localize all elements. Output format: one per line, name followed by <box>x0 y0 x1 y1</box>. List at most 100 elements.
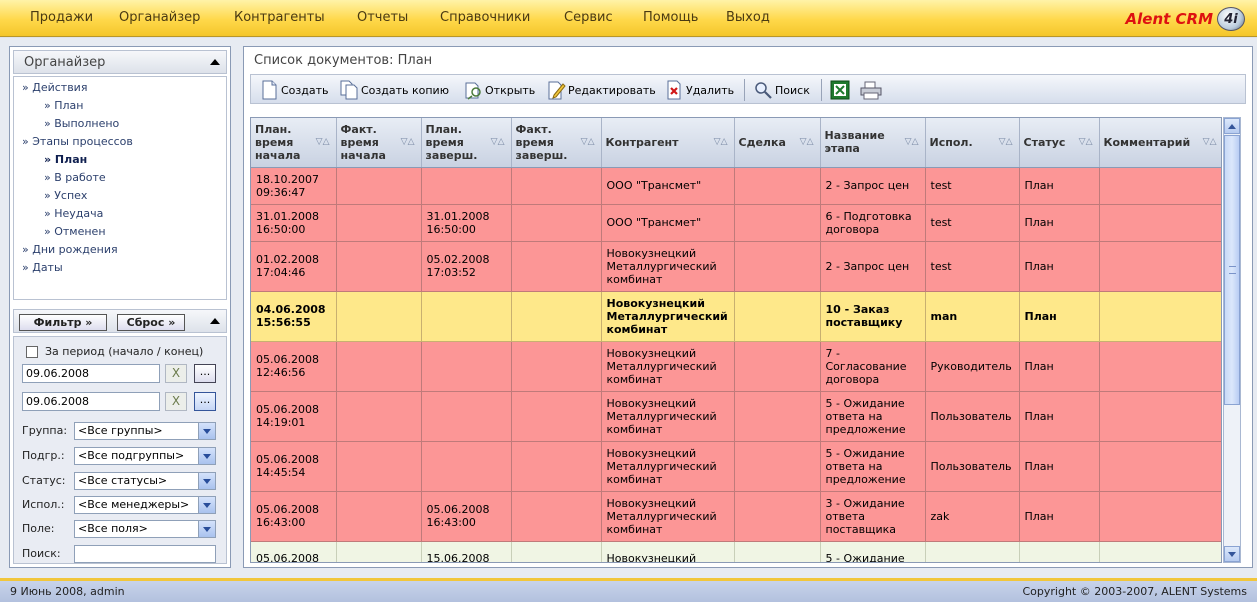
date-to-picker-button[interactable]: ... <box>194 392 216 411</box>
grid-vertical-scrollbar[interactable] <box>1223 117 1241 563</box>
tree-item-actions-done[interactable]: » Выполнено <box>44 117 119 130</box>
scroll-down-button[interactable] <box>1224 546 1240 562</box>
table-cell <box>734 204 821 242</box>
tree-item-actions[interactable]: » Действия <box>22 81 87 94</box>
edit-button[interactable]: Редактировать <box>546 78 656 102</box>
table-cell <box>734 167 821 205</box>
menu-item-exit[interactable]: Выход <box>726 10 770 25</box>
collapse-up-icon[interactable] <box>210 318 220 324</box>
tree-item-process-stages[interactable]: » Этапы процессов <box>22 135 133 148</box>
delete-button[interactable]: Удалить <box>664 78 734 102</box>
tree-item-actions-plan[interactable]: » План <box>44 99 83 112</box>
group-select[interactable]: <Все группы> <box>74 422 216 440</box>
clear-date-from-icon[interactable]: X <box>165 364 187 383</box>
date-from-picker-button[interactable]: ... <box>194 364 216 383</box>
table-cell <box>511 167 602 205</box>
group-select-value: <Все группы> <box>78 424 163 437</box>
column-header[interactable]: План. время начала ▽△ <box>251 118 337 168</box>
table-row[interactable]: 05.06.2008 14:19:01 Новокузнецкий Металлу… <box>251 391 1221 442</box>
table-row[interactable]: 05.06.2008 14:45:54 Новокузнецкий Металлу… <box>251 441 1221 492</box>
open-button[interactable]: Открыть <box>463 78 535 102</box>
tree-item-dates[interactable]: » Даты <box>22 261 63 274</box>
menu-item-references[interactable]: Справочники <box>440 10 530 25</box>
collapse-up-icon[interactable] <box>210 59 220 65</box>
period-checkbox[interactable] <box>26 346 38 358</box>
table-row[interactable]: 31.01.2008 16:50:00 31.01.2008 16:50:00 ОО… <box>251 204 1221 242</box>
table-row[interactable]: 05.06.2008 15.06.2008 Новокузнецкий Металл… <box>251 541 1221 562</box>
table-cell <box>511 391 602 442</box>
search-button[interactable]: Поиск <box>753 78 810 102</box>
create-button[interactable]: Создать <box>259 78 329 102</box>
table-cell <box>336 204 422 242</box>
table-cell <box>1099 291 1221 342</box>
date-from-input[interactable]: 09.06.2008 <box>22 364 160 383</box>
clear-date-to-icon[interactable]: X <box>165 392 187 411</box>
menu-item-service[interactable]: Сервис <box>564 10 613 25</box>
tree-item-birthdays[interactable]: » Дни рождения <box>22 243 118 256</box>
tree-item-cancelled[interactable]: » Отменен <box>44 225 106 238</box>
tree-item-stages-plan[interactable]: » План <box>44 153 87 166</box>
table-cell <box>734 291 821 342</box>
column-header[interactable]: План. время заверш. ▽△ <box>421 118 512 168</box>
sort-icon[interactable]: ▽△ <box>999 136 1013 149</box>
table-cell <box>421 441 512 492</box>
table-row[interactable]: 01.02.2008 17:04:46 05.02.2008 17:03:52 Но… <box>251 241 1221 292</box>
table-cell: План <box>1019 204 1100 242</box>
filter-button[interactable]: Фильтр » <box>19 314 107 331</box>
sort-icon[interactable]: ▽△ <box>1203 136 1217 149</box>
tree-item-success[interactable]: » Успех <box>44 189 87 202</box>
table-cell <box>511 341 602 392</box>
tree-item-failure[interactable]: » Неудача <box>44 207 103 220</box>
tree-item-in-progress[interactable]: » В работе <box>44 171 106 184</box>
table-cell: 05.06.2008 16:43:00 <box>251 491 337 542</box>
executor-select[interactable]: <Все менеджеры> <box>74 496 216 514</box>
table-row[interactable]: 04.06.2008 15:56:55 Новокузнецкий Металлу… <box>251 291 1221 342</box>
field-select[interactable]: <Все поля> <box>74 520 216 538</box>
sort-icon[interactable]: ▽△ <box>581 136 595 149</box>
table-cell <box>511 441 602 492</box>
column-header-label: Статус <box>1023 135 1066 149</box>
table-row[interactable]: 05.06.2008 16:43:00 05.06.2008 16:43:00 Но… <box>251 491 1221 542</box>
sort-icon[interactable]: ▽△ <box>401 136 415 149</box>
left-sidebar: Органайзер » Действия » План » Выполнено… <box>9 46 231 568</box>
column-header-label: Испол. <box>929 135 973 149</box>
scroll-thumb[interactable] <box>1224 135 1240 405</box>
column-header[interactable]: Статус ▽△ <box>1019 118 1100 168</box>
menu-item-organizer[interactable]: Органайзер <box>119 10 200 25</box>
column-header[interactable]: Комментарий ▽△ <box>1099 118 1221 168</box>
table-row[interactable]: 05.06.2008 12:46:56 Новокузнецкий Металлу… <box>251 341 1221 392</box>
sort-icon[interactable]: ▽△ <box>316 136 330 149</box>
menu-item-sales[interactable]: Продажи <box>30 10 93 25</box>
status-select[interactable]: <Все статусы> <box>74 472 216 490</box>
column-header[interactable]: Название этапа ▽△ <box>820 118 926 168</box>
date-to-input[interactable]: 09.06.2008 <box>22 392 160 411</box>
sort-icon[interactable]: ▽△ <box>714 136 728 149</box>
menu-item-counterparties[interactable]: Контрагенты <box>234 10 325 25</box>
sort-icon[interactable]: ▽△ <box>905 136 919 149</box>
organizer-panel-header: Органайзер <box>13 50 227 74</box>
scroll-up-button[interactable] <box>1224 118 1240 134</box>
copy-button[interactable]: Создать копию <box>339 78 449 102</box>
column-header-label: Сделка <box>738 135 786 149</box>
subgroup-select[interactable]: <Все подгруппы> <box>74 447 216 465</box>
column-header[interactable]: Испол. ▽△ <box>925 118 1020 168</box>
column-header[interactable]: Факт. время начала ▽△ <box>336 118 422 168</box>
table-row[interactable]: 18.10.2007 09:36:47 ООО "Трансмет" 2 - Зап… <box>251 167 1221 205</box>
menu-item-help[interactable]: Помощь <box>643 10 698 25</box>
export-excel-button[interactable] <box>829 78 850 102</box>
menu-item-reports[interactable]: Отчеты <box>357 10 408 25</box>
reset-button[interactable]: Сброс » <box>117 314 185 331</box>
sort-icon[interactable]: ▽△ <box>491 136 505 149</box>
sort-icon[interactable]: ▽△ <box>800 136 814 149</box>
column-header[interactable]: Факт. время заверш. ▽△ <box>511 118 602 168</box>
delete-document-icon <box>664 79 684 101</box>
table-cell: 6 - Подготовка договора <box>820 204 926 242</box>
search-input[interactable] <box>74 545 216 563</box>
column-header[interactable]: Сделка ▽△ <box>734 118 821 168</box>
table-cell: 31.01.2008 16:50:00 <box>251 204 337 242</box>
table-cell: Пользователь <box>925 391 1020 442</box>
sort-icon[interactable]: ▽△ <box>1079 136 1093 149</box>
print-button[interactable] <box>859 78 882 102</box>
table-cell: 31.01.2008 16:50:00 <box>421 204 512 242</box>
column-header[interactable]: Контрагент ▽△ <box>601 118 735 168</box>
